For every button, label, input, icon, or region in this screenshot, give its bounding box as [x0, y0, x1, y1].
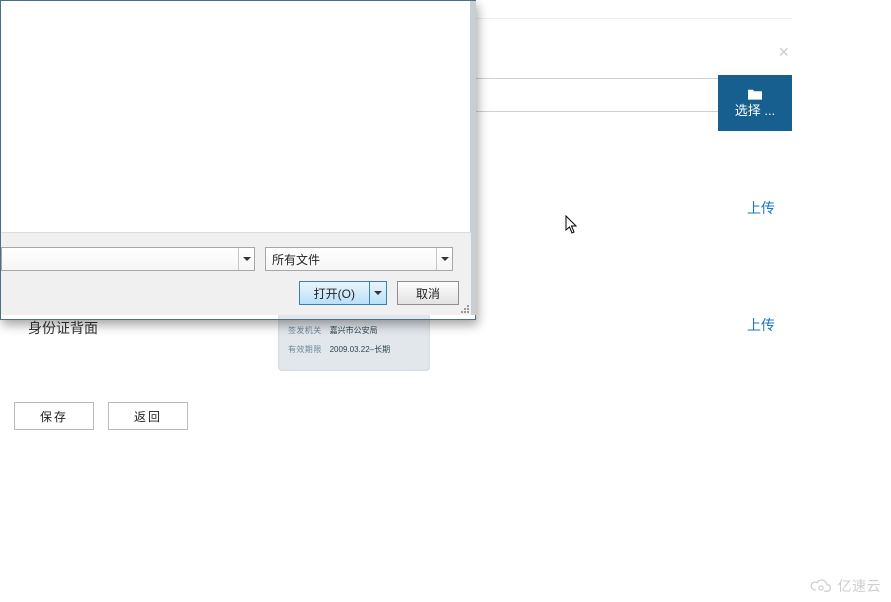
- open-button-dropdown[interactable]: [369, 281, 387, 305]
- cancel-button[interactable]: 取消: [397, 281, 459, 305]
- id-card-field-label: 签发机关: [288, 325, 322, 336]
- close-icon[interactable]: ×: [778, 42, 789, 63]
- select-file-button-label: 选择 ...: [735, 103, 775, 120]
- chevron-down-icon[interactable]: [238, 248, 254, 270]
- back-button[interactable]: 返回: [108, 402, 188, 430]
- folder-open-icon: [746, 87, 764, 101]
- upload-link[interactable]: 上传: [747, 315, 775, 335]
- filetype-filter-value: 所有文件: [266, 251, 436, 268]
- id-card-row: 签发机关 嘉兴市公安局: [288, 325, 420, 336]
- id-card-field-value: 2009.03.22–长期: [330, 344, 391, 355]
- open-button[interactable]: 打开(O): [299, 281, 369, 305]
- filetype-filter-combo[interactable]: 所有文件: [265, 247, 453, 271]
- id-card-row: 有效期限 2009.03.22–长期: [288, 344, 420, 355]
- upload-link[interactable]: 上传: [747, 198, 775, 218]
- cloud-icon: [808, 578, 834, 594]
- filename-combo[interactable]: [1, 247, 255, 271]
- file-path-row: 选择 ...: [472, 78, 792, 112]
- file-dialog-footer: 所有文件 打开(O) 取消: [1, 232, 471, 315]
- watermark-text: 亿速云: [838, 576, 882, 596]
- select-file-button[interactable]: 选择 ...: [718, 75, 792, 131]
- divider: [472, 18, 792, 19]
- id-back-label: 身份证背面: [28, 318, 98, 338]
- id-card-field-label: 有效期限: [288, 344, 322, 355]
- file-path-input[interactable]: [472, 78, 718, 112]
- id-card-field-value: 嘉兴市公安局: [330, 325, 378, 336]
- open-button-group: 打开(O): [299, 281, 387, 305]
- watermark: 亿速云: [808, 576, 882, 596]
- form-actions: 保存 返回: [14, 402, 188, 430]
- save-button[interactable]: 保存: [14, 402, 94, 430]
- file-dialog-list[interactable]: [1, 1, 471, 232]
- file-dialog: 所有文件 打开(O) 取消: [0, 0, 476, 320]
- chevron-down-icon[interactable]: [436, 248, 452, 270]
